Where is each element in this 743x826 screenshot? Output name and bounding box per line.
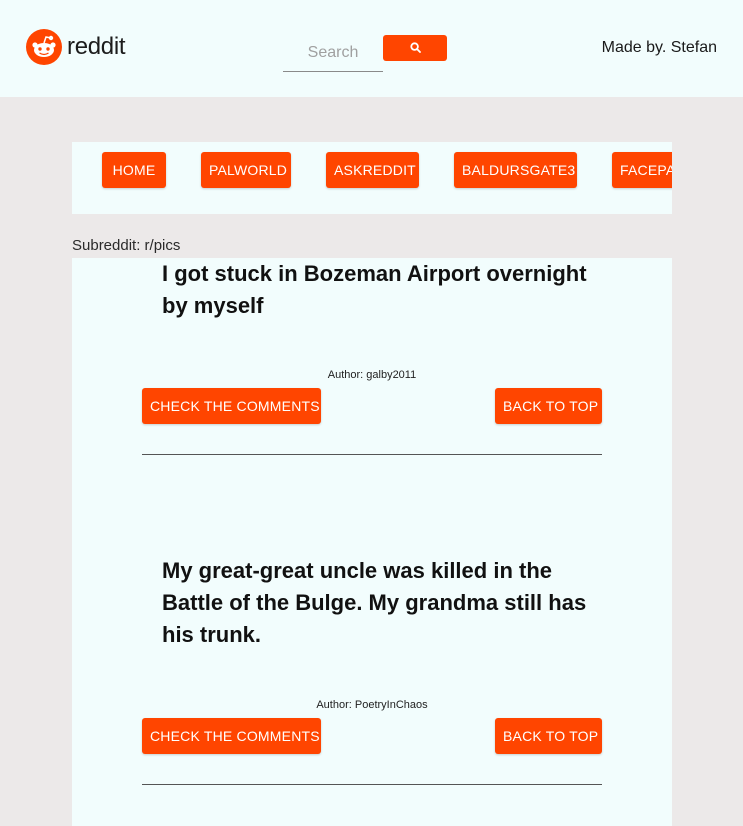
made-by-credit: Made by. Stefan xyxy=(601,39,717,56)
reddit-snoo-icon xyxy=(26,29,62,65)
post-title: My great-great uncle was killed in the B… xyxy=(162,558,587,647)
post-divider xyxy=(142,454,602,455)
check-comments-button[interactable]: CHECK THE COMMENTS xyxy=(142,388,321,424)
nav-home-button[interactable]: HOME xyxy=(102,152,166,188)
post-author: Author: PoetryInChaos xyxy=(316,699,428,711)
post-title: I got stuck in Bozeman Airport overnight… xyxy=(162,261,587,318)
back-to-top-button[interactable]: BACK TO TOP xyxy=(495,388,602,424)
back-to-top-button[interactable]: BACK TO TOP xyxy=(495,718,602,754)
nav-facepalm-button[interactable]: FACEPALM xyxy=(612,152,672,188)
post-author: Author: galby2011 xyxy=(327,369,417,381)
nav-askreddit-button[interactable]: ASKREDDIT xyxy=(326,152,419,188)
search-input[interactable] xyxy=(283,34,383,72)
reddit-logo[interactable]: reddit xyxy=(26,29,126,65)
site-header: reddit Made by. Stefan xyxy=(0,0,743,97)
search-icon xyxy=(409,41,421,56)
subreddit-nav: HOME PALWORLD ASKREDDIT BALDURSGATE3 FAC… xyxy=(72,142,672,214)
search-button[interactable] xyxy=(383,35,447,61)
posts-list: I got stuck in Bozeman Airport overnight… xyxy=(72,258,672,826)
logo-wordmark: reddit xyxy=(67,33,126,60)
post-divider xyxy=(142,784,602,785)
check-comments-button[interactable]: CHECK THE COMMENTS xyxy=(142,718,321,754)
nav-palworld-button[interactable]: PALWORLD xyxy=(201,152,291,188)
subreddit-label: Subreddit: r/pics xyxy=(72,237,181,254)
nav-baldursgate3-button[interactable]: BALDURSGATE3 xyxy=(454,152,577,188)
